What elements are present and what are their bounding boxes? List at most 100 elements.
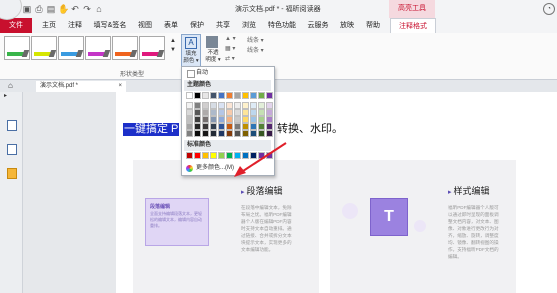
tab-view[interactable]: 视图 <box>134 18 156 33</box>
theme-shade-swatch[interactable] <box>250 109 257 116</box>
tab-share[interactable]: 共享 <box>212 18 234 33</box>
standard-color-swatch[interactable] <box>186 152 193 159</box>
theme-shade-swatch[interactable] <box>226 102 233 109</box>
theme-shade-swatch[interactable] <box>210 102 217 109</box>
tab-home[interactable]: 主页 <box>38 18 60 33</box>
theme-shade-swatch[interactable] <box>242 123 249 130</box>
theme-color-swatch[interactable] <box>226 92 233 99</box>
theme-shade-swatch[interactable] <box>242 116 249 123</box>
gallery-more-icon[interactable]: ▼ <box>170 47 176 53</box>
theme-color-swatch[interactable] <box>234 92 241 99</box>
highlight-style-swatch[interactable] <box>4 36 30 60</box>
open-icon[interactable]: ▤ <box>46 4 56 14</box>
theme-shade-swatch[interactable] <box>194 109 201 116</box>
highlight-style-swatch[interactable] <box>31 36 57 60</box>
theme-shade-swatch[interactable] <box>234 123 241 130</box>
tab-fill-sign[interactable]: 填写&签名 <box>90 18 130 33</box>
theme-shade-swatch[interactable] <box>194 130 201 137</box>
standard-color-swatch[interactable] <box>210 152 217 159</box>
theme-shade-swatch[interactable] <box>250 130 257 137</box>
standard-color-swatch[interactable] <box>194 152 201 159</box>
line-width-dropdown[interactable]: 线条 ▾ <box>247 35 264 44</box>
theme-shade-swatch[interactable] <box>210 123 217 130</box>
theme-color-swatch[interactable] <box>266 92 273 99</box>
highlight-style-swatch[interactable] <box>112 36 138 60</box>
theme-shade-swatch[interactable] <box>250 116 257 123</box>
close-tab-icon[interactable]: × <box>118 81 122 92</box>
comments-icon[interactable] <box>7 168 17 179</box>
line-dash-icon[interactable]: ▦ ▾ <box>225 45 235 52</box>
bookmark-icon[interactable] <box>7 120 17 131</box>
theme-shade-swatch[interactable] <box>266 109 273 116</box>
theme-color-swatch[interactable] <box>242 92 249 99</box>
theme-shade-swatch[interactable] <box>258 130 265 137</box>
tab-protect[interactable]: 保护 <box>186 18 208 33</box>
theme-shade-swatch[interactable] <box>218 102 225 109</box>
theme-color-swatch[interactable] <box>250 92 257 99</box>
theme-shade-swatch[interactable] <box>218 130 225 137</box>
home-icon[interactable]: ⌂ <box>8 81 13 90</box>
print-icon[interactable]: ⎙ <box>34 4 44 14</box>
line-style-dropdown[interactable]: 线条 ▾ <box>247 45 264 54</box>
theme-shade-swatch[interactable] <box>234 109 241 116</box>
theme-shade-swatch[interactable] <box>186 123 193 130</box>
theme-shade-swatch[interactable] <box>210 116 217 123</box>
theme-shade-swatch[interactable] <box>202 116 209 123</box>
theme-color-swatch[interactable] <box>186 92 193 99</box>
user-icon[interactable]: ◔ <box>543 3 555 15</box>
document-tab[interactable]: 演示文档.pdf * × <box>36 81 126 92</box>
tab-cloud[interactable]: 云服务 <box>304 18 332 33</box>
save-icon[interactable]: ▣ <box>22 4 32 14</box>
theme-shade-swatch[interactable] <box>186 102 193 109</box>
theme-color-swatch[interactable] <box>218 92 225 99</box>
paragraph-edit-box[interactable]: 段落编辑 全面支持编辑段落文本，更轻松的编辑文本，编辑内容自动重排。 <box>145 198 209 246</box>
theme-shade-swatch[interactable] <box>226 130 233 137</box>
select-tool-icon[interactable]: ⌂ <box>94 4 104 14</box>
theme-shade-swatch[interactable] <box>266 116 273 123</box>
hand-tool-icon[interactable]: ✋ <box>58 4 69 14</box>
theme-shade-swatch[interactable] <box>250 123 257 130</box>
theme-shade-swatch[interactable] <box>202 102 209 109</box>
theme-shade-swatch[interactable] <box>194 116 201 123</box>
theme-shade-swatch[interactable] <box>186 130 193 137</box>
theme-shade-swatch[interactable] <box>266 130 273 137</box>
theme-shade-swatch[interactable] <box>218 123 225 130</box>
undo-icon[interactable]: ↶ <box>70 4 80 14</box>
theme-shade-swatch[interactable] <box>266 123 273 130</box>
tab-features[interactable]: 特色功能 <box>264 18 300 33</box>
fill-color-button[interactable]: A 填充 颜色 ▾ <box>181 34 201 70</box>
highlight-style-swatch[interactable] <box>58 36 84 60</box>
theme-shade-swatch[interactable] <box>226 109 233 116</box>
tab-comment[interactable]: 注释 <box>64 18 86 33</box>
theme-shade-swatch[interactable] <box>258 123 265 130</box>
theme-shade-swatch[interactable] <box>258 102 265 109</box>
tab-file[interactable]: 文件 <box>0 18 32 33</box>
tab-browse[interactable]: 浏览 <box>238 18 260 33</box>
theme-shade-swatch[interactable] <box>218 109 225 116</box>
theme-shade-swatch[interactable] <box>266 102 273 109</box>
gallery-up-icon[interactable]: ▲ <box>170 38 176 44</box>
tab-form[interactable]: 表单 <box>160 18 182 33</box>
auto-color-option[interactable]: 自动 <box>184 68 271 79</box>
theme-shade-swatch[interactable] <box>186 109 193 116</box>
line-end-icon[interactable]: ⇄ ▾ <box>225 55 235 62</box>
theme-shade-swatch[interactable] <box>226 123 233 130</box>
tab-help[interactable]: 帮助 <box>362 18 384 33</box>
theme-shade-swatch[interactable] <box>210 109 217 116</box>
theme-shade-swatch[interactable] <box>194 123 201 130</box>
theme-shade-swatch[interactable] <box>218 116 225 123</box>
theme-shade-swatch[interactable] <box>226 116 233 123</box>
theme-shade-swatch[interactable] <box>242 130 249 137</box>
theme-color-swatch[interactable] <box>202 92 209 99</box>
theme-shade-swatch[interactable] <box>234 102 241 109</box>
standard-color-swatch[interactable] <box>218 152 225 159</box>
theme-shade-swatch[interactable] <box>234 116 241 123</box>
highlight-style-swatch[interactable] <box>139 36 165 60</box>
redo-icon[interactable]: ↷ <box>82 4 92 14</box>
pages-icon[interactable] <box>7 144 17 155</box>
theme-shade-swatch[interactable] <box>242 102 249 109</box>
theme-shade-swatch[interactable] <box>258 116 265 123</box>
theme-shade-swatch[interactable] <box>202 123 209 130</box>
highlight-style-swatch[interactable] <box>85 36 111 60</box>
theme-color-swatch[interactable] <box>210 92 217 99</box>
